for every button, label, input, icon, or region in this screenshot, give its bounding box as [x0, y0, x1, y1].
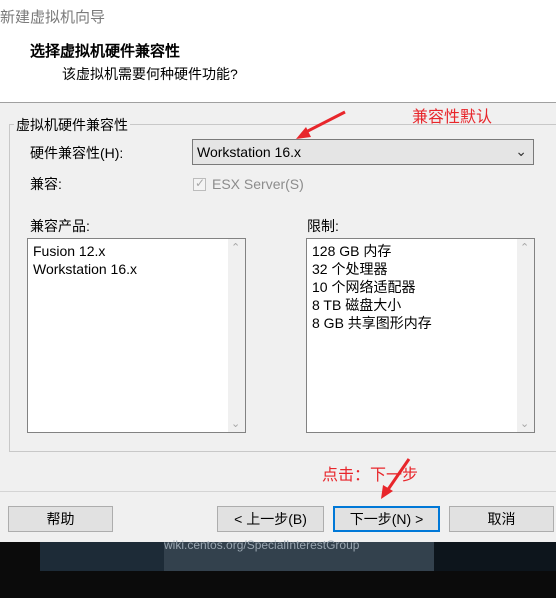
- annotation-compat-default: 兼容性默认: [412, 109, 493, 126]
- cancel-button[interactable]: 取消: [449, 506, 554, 532]
- help-button[interactable]: 帮助: [8, 506, 113, 532]
- wizard-window: 新建虚拟机向导 选择虚拟机硬件兼容性 该虚拟机需要何种硬件功能? 虚拟机硬件兼容…: [0, 0, 556, 542]
- esx-server-label: ESX Server(S): [212, 176, 304, 192]
- limit-item: 32 个处理器: [312, 261, 388, 277]
- next-button[interactable]: 下一步(N) >: [333, 506, 440, 532]
- limit-item: 8 GB 共享图形内存: [312, 315, 432, 331]
- limit-item: 10 个网络适配器: [312, 279, 416, 295]
- background-url-text: wiki.centos.org/SpecialInterestGroup: [164, 538, 360, 552]
- products-listbox[interactable]: Fusion 12.x Workstation 16.x ⌃ ⌄: [27, 238, 246, 433]
- checkmark-icon: ✓: [195, 176, 206, 190]
- scroll-down-icon[interactable]: ⌄: [520, 417, 529, 430]
- scroll-down-icon[interactable]: ⌄: [231, 417, 240, 430]
- window-title: 新建虚拟机向导: [0, 9, 106, 26]
- limits-label: 限制:: [307, 218, 339, 234]
- product-item[interactable]: Fusion 12.x: [33, 242, 137, 260]
- compat-label: 兼容:: [30, 176, 62, 192]
- scroll-up-icon[interactable]: ⌃: [520, 241, 529, 254]
- product-item[interactable]: Workstation 16.x: [33, 260, 137, 278]
- hardware-compat-value: Workstation 16.x: [197, 144, 302, 160]
- background-panel: [434, 542, 556, 571]
- annotation-arrow-icon: [296, 110, 346, 139]
- hardware-compat-select[interactable]: Workstation 16.x ⌄: [192, 139, 534, 165]
- page-subtitle: 该虚拟机需要何种硬件功能?: [62, 66, 238, 82]
- limits-listbox[interactable]: 128 GB 内存 32 个处理器 10 个网络适配器 8 TB 磁盘大小 8 …: [306, 238, 535, 433]
- scroll-up-icon[interactable]: ⌃: [231, 241, 240, 254]
- background-panel: [40, 542, 164, 571]
- limit-item: 8 TB 磁盘大小: [312, 297, 402, 313]
- products-scrollbar[interactable]: ⌃ ⌄: [228, 239, 245, 432]
- back-button[interactable]: < 上一步(B): [217, 506, 324, 532]
- esx-server-checkbox[interactable]: ✓: [193, 176, 206, 191]
- products-label: 兼容产品:: [30, 218, 90, 234]
- limit-item: 128 GB 内存: [312, 243, 392, 259]
- hardware-compat-label: 硬件兼容性(H):: [30, 145, 124, 161]
- limits-scrollbar[interactable]: ⌃ ⌄: [517, 239, 534, 432]
- title-bar: 新建虚拟机向导: [0, 0, 556, 32]
- annotation-arrow-icon: [381, 458, 411, 499]
- footer-divider: [0, 491, 556, 492]
- page-title: 选择虚拟机硬件兼容性: [30, 43, 181, 60]
- chevron-down-icon: ⌄: [515, 143, 527, 159]
- groupbox-label: 虚拟机硬件兼容性: [14, 115, 130, 135]
- wizard-header: 选择虚拟机硬件兼容性 该虚拟机需要何种硬件功能?: [0, 32, 556, 103]
